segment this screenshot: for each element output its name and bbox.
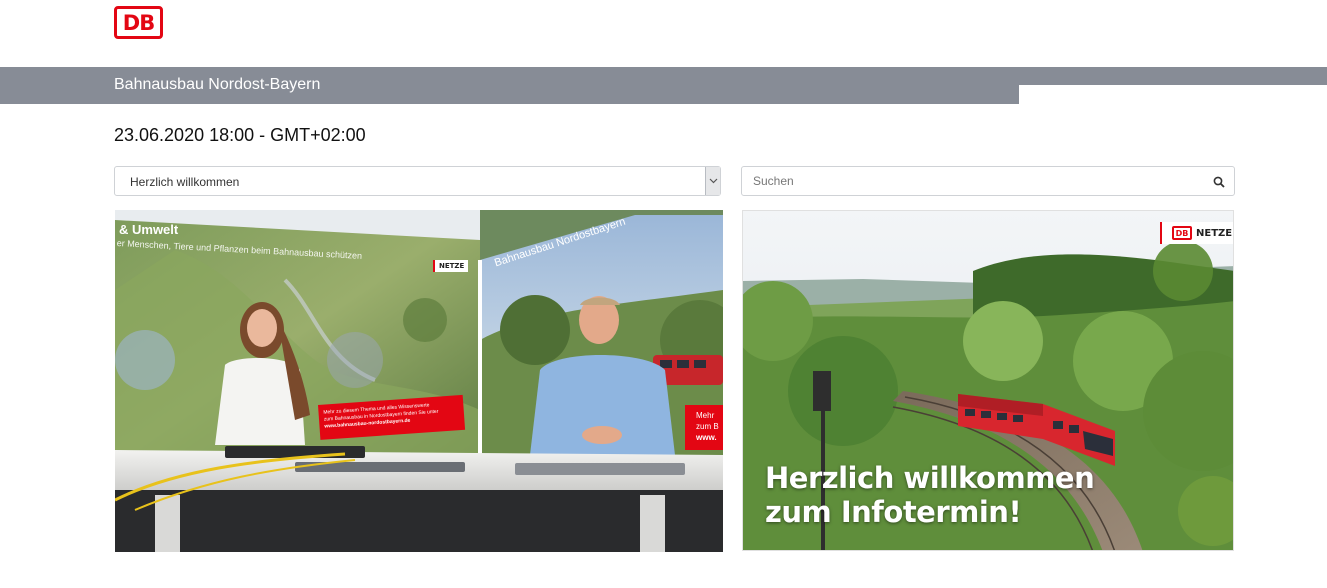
banner-right-line-1: Mehr [696, 411, 715, 420]
banner-right-line-2: zum B [696, 422, 719, 431]
banner-right-line-3: www. [696, 433, 717, 442]
search-icon[interactable] [1213, 175, 1225, 188]
welcome-slide: DB NETZE Herzlich willkommen zum Infoter… [742, 210, 1234, 551]
page-title: Bahnausbau Nordost-Bayern [114, 76, 321, 93]
slide-headline-line-2: zum Infotermin! [765, 495, 1022, 529]
chevron-down-icon[interactable] [705, 167, 720, 195]
title-bar-extension [1019, 67, 1327, 85]
netze-badge: DB NETZE [1160, 222, 1233, 244]
logo-text: DB [122, 10, 155, 35]
netze-db-logo: DB [1172, 226, 1192, 240]
session-select[interactable]: Herzlich willkommen [114, 166, 721, 196]
slide-headline-line-1: Herzlich willkommen [765, 461, 1095, 495]
event-datetime: 23.06.2020 18:00 - GMT+02:00 [114, 125, 366, 145]
search-input[interactable] [742, 167, 1202, 195]
netze-text: NETZE [1196, 227, 1233, 239]
session-select-value: Herzlich willkommen [130, 175, 240, 189]
search-box[interactable] [741, 166, 1235, 196]
live-video-player[interactable]: & Umwelt er Menschen, Tiere und Pflanzen… [115, 210, 723, 552]
db-logo[interactable]: DB [114, 6, 163, 39]
backdrop-heading: & Umwelt [119, 222, 179, 237]
backdrop-netze-badge: NETZE [433, 260, 469, 272]
slide-headline: Herzlich willkommen zum Infotermin! [765, 461, 1095, 529]
backdrop-banner-right: Mehr zum B www. [696, 410, 719, 443]
video-frame [115, 210, 723, 552]
